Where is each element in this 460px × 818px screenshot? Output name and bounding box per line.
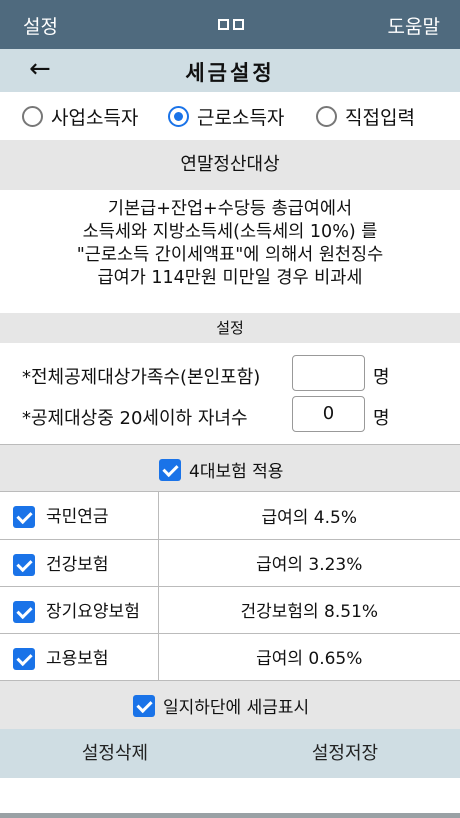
tax-description: 기본급+잔업+수당등 총급여에서 소득세와 지방소득세(소득세의 10%) 를 …: [0, 198, 460, 290]
insurance-table: 국민연금 급여의 4.5% 건강보험 급여의 3.23% 장기요양보험 건강보험…: [0, 492, 460, 681]
children-count-unit: 명: [373, 408, 390, 429]
insurance-name: 고용보험: [46, 648, 109, 669]
checkbox-checked-icon: [133, 694, 155, 717]
bottom-divider: [0, 813, 460, 818]
description-line: 급여가 114만원 미만일 경우 비과세: [97, 268, 363, 288]
insurance-rate: 건강보험의 8.51%: [158, 586, 460, 634]
insurance-name: 국민연금: [46, 507, 109, 528]
show-tax-label: 일지하단에 세금표시: [163, 698, 310, 718]
family-count-unit: 명: [373, 367, 390, 388]
family-count-row: *전체공제대상가족수(본인포함) 명: [22, 355, 442, 391]
page-title: 세금설정: [185, 61, 275, 85]
checkbox-checked-icon: [13, 600, 35, 623]
table-row: 고용보험 급여의 0.65%: [0, 633, 460, 681]
checkbox-checked-icon: [13, 506, 35, 529]
family-count-label: *전체공제대상가족수(본인포함): [22, 367, 261, 388]
checkbox-checked-icon: [13, 647, 35, 670]
title-bar: ← 세금설정: [0, 49, 460, 92]
insurance-name: 장기요양보험: [46, 601, 140, 622]
children-count-row: *공제대상중 20세이하 자녀수 0 명: [22, 396, 442, 432]
health-insurance-checkbox[interactable]: 건강보험: [0, 539, 159, 587]
insurance-rate: 급여의 3.23%: [158, 539, 460, 587]
window-toggle-icon[interactable]: [218, 14, 244, 30]
checkbox-checked-icon: [13, 553, 35, 576]
delete-settings-button[interactable]: 설정삭제: [0, 729, 230, 778]
radio-circle-icon: [316, 105, 337, 127]
settings-menu-button[interactable]: 설정: [23, 12, 58, 39]
checkbox-checked-icon: [159, 458, 181, 481]
table-row: 장기요양보험 건강보험의 8.51%: [0, 586, 460, 634]
four-insurance-bar: 4대보험 적용: [0, 444, 460, 492]
four-insurance-checkbox[interactable]: 4대보험 적용: [159, 457, 283, 482]
radio-circle-icon: [22, 105, 43, 127]
radio-direct-input[interactable]: 직접입력: [316, 103, 415, 130]
children-count-label: *공제대상중 20세이하 자녀수: [22, 408, 248, 429]
table-row: 건강보험 급여의 3.23%: [0, 539, 460, 587]
show-tax-bar: 일지하단에 세금표시: [0, 681, 460, 729]
four-insurance-label: 4대보험 적용: [189, 462, 284, 482]
radio-label: 근로소득자: [197, 106, 285, 129]
radio-label: 직접입력: [345, 106, 415, 129]
table-row: 국민연금 급여의 4.5%: [0, 492, 460, 540]
show-tax-checkbox[interactable]: 일지하단에 세금표시: [133, 693, 309, 718]
long-term-care-checkbox[interactable]: 장기요양보험: [0, 586, 159, 634]
radio-selected-icon: [168, 105, 189, 127]
radio-label: 사업소득자: [51, 106, 139, 129]
help-button[interactable]: 도움말: [388, 12, 440, 39]
employment-insurance-checkbox[interactable]: 고용보험: [0, 633, 159, 681]
children-count-input[interactable]: 0: [292, 396, 365, 432]
insurance-name: 건강보험: [46, 554, 109, 575]
description-line: 소득세와 지방소득세(소득세의 10%) 를: [82, 222, 378, 242]
insurance-rate: 급여의 4.5%: [158, 492, 460, 540]
income-type-radio-group: 사업소득자 근로소득자 직접입력: [0, 92, 460, 140]
national-pension-checkbox[interactable]: 국민연금: [0, 492, 159, 540]
save-settings-button[interactable]: 설정저장: [230, 729, 460, 778]
description-line: 기본급+잔업+수당등 총급여에서: [107, 199, 353, 219]
radio-business-income[interactable]: 사업소득자: [22, 103, 138, 130]
section-header: 연말정산대상: [0, 140, 460, 190]
description-line: "근로소득 간이세액표"에 의해서 원천징수: [76, 245, 384, 265]
action-bar: 설정삭제 설정저장: [0, 729, 460, 778]
top-app-bar: 설정 도움말: [0, 0, 460, 49]
family-count-input[interactable]: [292, 355, 365, 391]
radio-earned-income[interactable]: 근로소득자: [168, 103, 284, 130]
settings-header: 설정: [0, 313, 460, 343]
insurance-rate: 급여의 0.65%: [158, 633, 460, 681]
